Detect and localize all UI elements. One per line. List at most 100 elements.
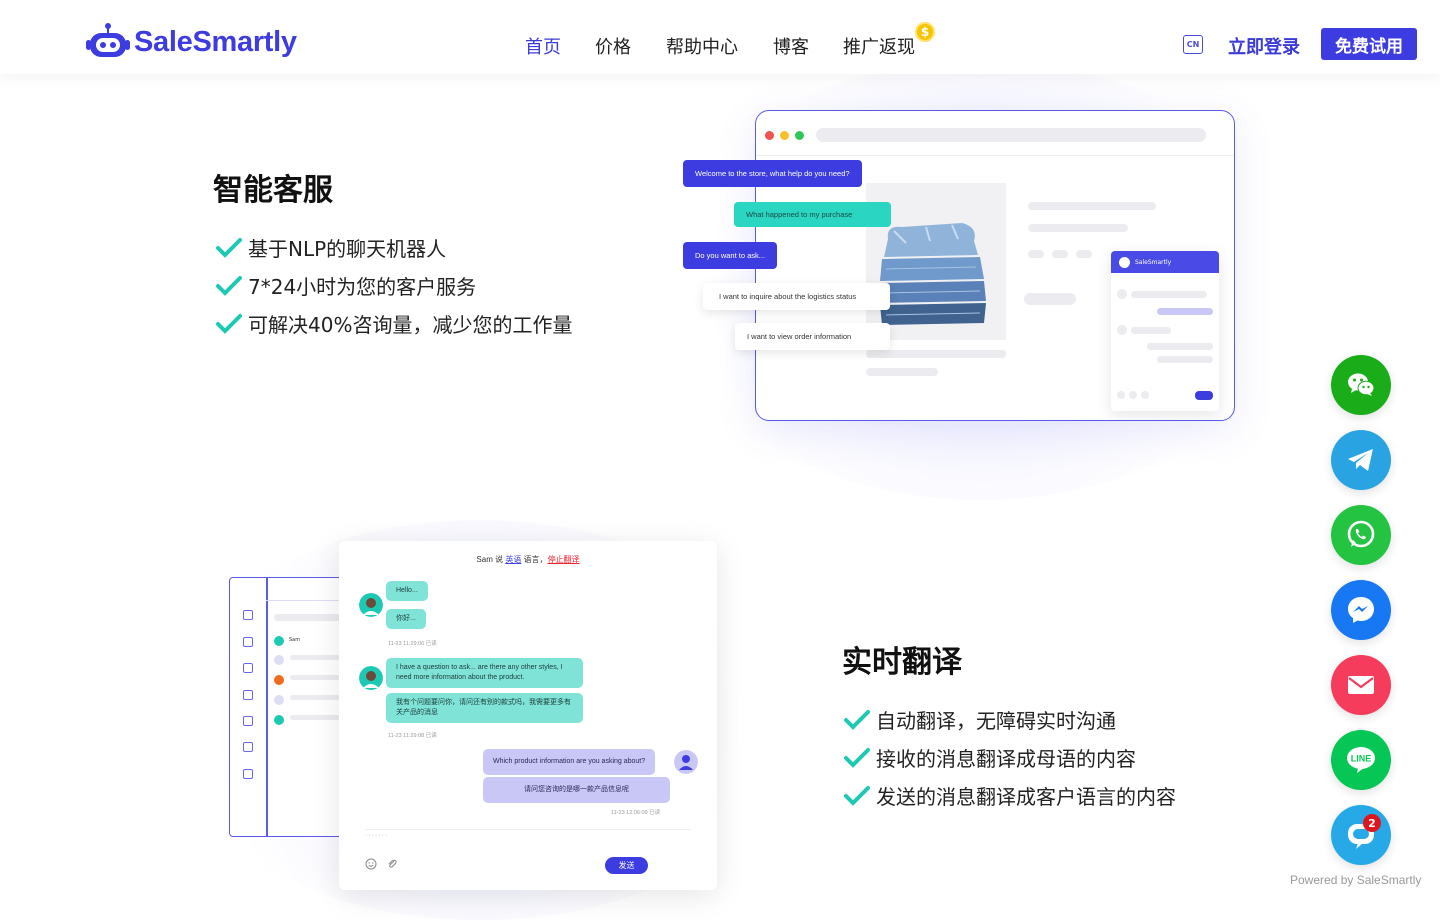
placeholder-bar — [866, 350, 1006, 358]
widget-avatar-icon — [1119, 256, 1130, 268]
contact-avatar — [274, 695, 284, 705]
placeholder-bar — [1028, 202, 1156, 210]
message-input: ······· — [365, 832, 389, 839]
incoming-message-translation: 我有个问题要问你，请问还有别的款式吗，我需要更多有关产品的消息 — [386, 693, 583, 723]
feature-text: 可解决40%咨询量，减少您的工作量 — [248, 313, 573, 337]
robot-logo-icon — [86, 23, 130, 57]
email-button[interactable] — [1331, 655, 1391, 715]
divider — [266, 578, 268, 836]
placeholder-avatar — [1117, 289, 1127, 299]
powered-by-label[interactable]: Powered by SaleSmartly — [1290, 873, 1421, 887]
stop-translation-link: 停止翻译 — [547, 555, 580, 564]
placeholder-dot — [1117, 391, 1125, 399]
placeholder-bar — [1131, 291, 1207, 298]
section-title-real-time-translation: 实时翻译 — [842, 645, 962, 680]
messenger-icon — [1348, 597, 1374, 623]
svg-text:LINE: LINE — [1351, 754, 1372, 764]
header-mid: 语言， — [521, 555, 548, 564]
translation-chat-mockup: Sam 说 英语 语言，停止翻译 Hello... 你好... 11-23 11… — [339, 541, 717, 890]
coin-icon: $ — [915, 22, 935, 42]
placeholder-bar — [290, 675, 340, 680]
checkbox-icon — [243, 769, 253, 779]
contact-avatar — [274, 675, 284, 685]
wechat-button[interactable] — [1331, 355, 1391, 415]
window-dot-yellow — [780, 131, 789, 140]
checkbox-icon — [243, 663, 253, 673]
divider — [365, 829, 691, 830]
feature-text: 7*24小时为您的客户服务 — [248, 275, 477, 299]
whatsapp-icon — [1347, 520, 1375, 548]
check-icon — [216, 237, 242, 258]
nav-item-home[interactable]: 首页 — [525, 33, 561, 59]
widget-header: SaleSmartly — [1111, 251, 1219, 273]
contact-avatar — [274, 636, 284, 646]
feature-item: 发送的消息翻译成客户语言的内容 — [844, 781, 1176, 810]
checkbox-icon — [243, 610, 253, 620]
placeholder-bar — [1052, 250, 1068, 258]
whatsapp-button[interactable] — [1331, 505, 1391, 565]
customer-avatar-icon — [359, 666, 383, 690]
placeholder-bar — [1028, 250, 1044, 258]
placeholder-bar — [290, 695, 340, 700]
placeholder-bar — [1147, 343, 1213, 350]
feature-item: 自动翻译，无障碍实时沟通 — [844, 705, 1116, 734]
check-icon — [216, 275, 242, 296]
feature-text: 基于NLP的聊天机器人 — [248, 237, 447, 261]
placeholder-bar — [1028, 224, 1128, 232]
contact-avatar — [274, 655, 284, 665]
send-button: 发送 — [605, 857, 648, 874]
placeholder-bar — [866, 368, 938, 376]
placeholder-bar — [1131, 327, 1171, 334]
message-timestamp: 11-23 12:06:09 已读 — [611, 810, 661, 816]
incoming-message-translation: 你好... — [386, 609, 426, 629]
feature-item: 7*24小时为您的客户服务 — [216, 271, 476, 300]
messenger-button[interactable] — [1331, 580, 1391, 640]
window-dot-red — [765, 131, 774, 140]
placeholder-bar — [1157, 356, 1213, 363]
chat-header: Sam 说 英语 语言，停止翻译 — [339, 554, 717, 565]
divider — [756, 155, 1234, 156]
telegram-icon — [1348, 449, 1373, 471]
incoming-message: I have a question to ask... are there an… — [386, 658, 583, 688]
checkbox-icon — [243, 690, 253, 700]
incoming-message: Hello... — [386, 581, 428, 601]
checkbox-icon — [243, 716, 253, 726]
nav-item-pricing[interactable]: 价格 — [595, 33, 631, 59]
url-bar — [816, 128, 1206, 142]
feature-text: 接收的消息翻译成母语的内容 — [876, 747, 1136, 771]
header-language-link: 英语 — [505, 555, 522, 564]
placeholder-bar — [274, 614, 344, 621]
nav-item-blog[interactable]: 博客 — [773, 33, 809, 59]
email-icon — [1348, 676, 1374, 694]
language-cn-icon[interactable]: CN — [1183, 35, 1203, 54]
placeholder-pill — [1024, 293, 1076, 305]
feature-item: 接收的消息翻译成母语的内容 — [844, 743, 1136, 772]
feature-text: 自动翻译，无障碍实时沟通 — [876, 709, 1116, 733]
check-icon — [844, 709, 870, 730]
message-timestamp: 11-23 11:29:08 已读 — [388, 733, 437, 739]
free-trial-button[interactable]: 免费试用 — [1321, 28, 1417, 60]
nav-item-affiliate[interactable]: 推广返现 — [843, 33, 915, 59]
checkbox-icon — [243, 742, 253, 752]
checkbox-icon — [243, 637, 253, 647]
message-timestamp: 11-23 11:29:06 已读 — [388, 641, 437, 647]
widget-send-button — [1195, 391, 1213, 400]
top-navbar: SaleSmartly 首页 价格 帮助中心 博客 推广返现 $ CN 立即登录… — [0, 0, 1440, 74]
telegram-button[interactable] — [1331, 430, 1391, 490]
section-title-smart-service: 智能客服 — [213, 173, 333, 208]
nav-item-help-center[interactable]: 帮助中心 — [666, 33, 738, 59]
wechat-icon — [1348, 373, 1375, 396]
agent-avatar-icon — [674, 750, 698, 774]
live-chat-button[interactable]: 2 — [1331, 805, 1391, 865]
placeholder-bar — [290, 655, 340, 660]
chat-bubble: I want to inquire about the logistics st… — [703, 283, 890, 310]
outgoing-message-translation: 请问您咨询的是哪一款产品信息呢 — [483, 777, 670, 803]
contact-avatar — [274, 715, 284, 725]
line-button[interactable]: LINE — [1331, 730, 1391, 790]
browser-mockup: SaleSmartly — [755, 110, 1235, 421]
placeholder-dot — [1129, 391, 1137, 399]
logo[interactable]: SaleSmartly — [86, 22, 297, 62]
brand-name: SaleSmartly — [134, 25, 297, 58]
login-link[interactable]: 立即登录 — [1228, 33, 1300, 59]
feature-text: 发送的消息翻译成客户语言的内容 — [876, 785, 1176, 809]
